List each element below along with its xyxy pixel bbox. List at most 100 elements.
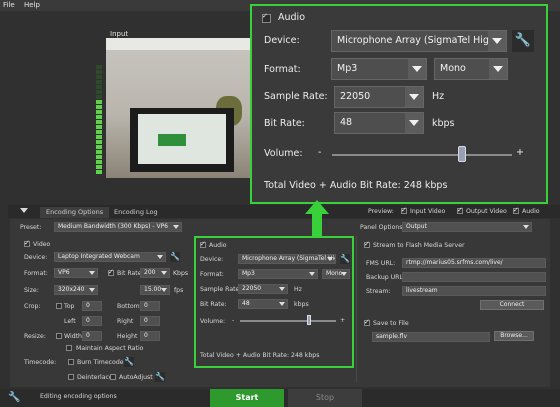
audio-sample-rate-select-zoomed[interactable]: 22050 <box>334 86 424 108</box>
audio-bitrate-value-zoomed: 48 <box>340 117 353 128</box>
video-format-select[interactable]: VP6 <box>54 268 98 278</box>
crop-bottom-label: Bottom <box>117 303 140 310</box>
resize-width-input[interactable]: 0 <box>82 331 102 341</box>
audio-volume-track-small[interactable] <box>240 320 336 322</box>
tab-encoding-options[interactable]: Encoding Options <box>40 207 110 218</box>
maintain-aspect-checkbox[interactable] <box>66 345 72 351</box>
audio-volume-thumb-small[interactable] <box>307 315 312 325</box>
deinterlace-label: Deinterlace <box>77 374 113 381</box>
connect-button[interactable]: Connect <box>480 300 544 310</box>
timecode-label: Timecode: <box>24 359 57 366</box>
audio-channel-select[interactable]: Mono <box>322 269 350 279</box>
menu-help[interactable]: Help <box>24 1 40 9</box>
preset-select[interactable]: Medium Bandwidth (300 Kbps) - VP6 <box>54 222 182 232</box>
video-format-label: Format: <box>24 270 48 277</box>
audio-format-value-zoomed: Mp3 <box>337 63 358 74</box>
audio-device-label-zoomed: Device: <box>264 35 300 46</box>
audio-volume-track-zoomed[interactable] <box>332 154 512 156</box>
audio-preview-label: Audio <box>522 208 540 215</box>
fms-url-input[interactable]: rtmp://marius05.srfms.com/live/ <box>402 258 546 268</box>
autoadjust-settings-icon[interactable]: 🔧 <box>155 372 165 382</box>
panel-options-select[interactable]: Output <box>402 222 532 232</box>
stream-fms-checkbox[interactable] <box>364 240 370 248</box>
audio-total-bitrate: Total Video + Audio Bit Rate: 248 kbps <box>200 352 320 359</box>
audio-volume-plus: + <box>340 317 346 324</box>
tab-encoding-log[interactable]: Encoding Log <box>108 207 164 218</box>
audio-device-select-zoomed[interactable]: Microphone Array (SigmaTel Hig <box>331 30 507 52</box>
audio-volume-plus-zoomed: + <box>516 147 524 158</box>
output-video-checkbox[interactable] <box>457 206 463 214</box>
audio-sample-rate-select[interactable]: 22050 <box>238 284 288 294</box>
deinterlace-checkbox[interactable] <box>68 374 74 380</box>
video-device-label: Device: <box>24 254 48 261</box>
crop-left-input[interactable]: 0 <box>82 316 102 326</box>
audio-checkbox[interactable] <box>200 240 206 248</box>
timecode-settings-icon[interactable]: 🔧 <box>124 357 134 367</box>
audio-format-select[interactable]: Mp3 <box>238 269 318 279</box>
video-fps-select[interactable]: 15.00 <box>140 285 170 295</box>
collapse-chevron-icon[interactable] <box>20 208 28 213</box>
resize-width-label: Width <box>64 333 82 340</box>
output-file-input[interactable]: sample.flv <box>372 332 490 342</box>
audio-format-select-zoomed[interactable]: Mp3 <box>331 58 427 80</box>
video-fps-unit: fps <box>174 287 184 294</box>
crop-top-checkbox[interactable] <box>56 303 62 309</box>
video-device-select[interactable]: Laptop Integrated Webcam <box>54 252 166 262</box>
burn-timecode-checkbox[interactable] <box>68 359 74 365</box>
audio-label-zoomed: Audio <box>278 12 306 23</box>
menu-file[interactable]: File <box>3 1 15 9</box>
preset-label: Preset: <box>20 224 42 231</box>
audio-format-label-zoomed: Format: <box>264 64 301 75</box>
wrench-status-icon: 🔧 <box>8 392 21 403</box>
start-button[interactable]: Start <box>210 389 284 407</box>
save-to-file-checkbox[interactable] <box>364 318 370 326</box>
autoadjust-checkbox[interactable] <box>110 374 116 380</box>
crop-top-input[interactable]: 0 <box>82 301 102 311</box>
resize-width-checkbox[interactable] <box>56 333 62 339</box>
stream-name-label: Stream: <box>366 288 391 295</box>
autoadjust-label: AutoAdjust <box>119 374 153 381</box>
resize-height-input[interactable]: 0 <box>140 331 160 341</box>
audio-sample-rate-unit-zoomed: Hz <box>432 91 445 102</box>
browse-button[interactable]: Browse... <box>494 331 534 341</box>
audio-preview-checkbox[interactable] <box>513 206 519 214</box>
audio-bitrate-unit-zoomed: kbps <box>432 118 455 129</box>
audio-bitrate-unit: kbps <box>294 301 309 308</box>
audio-volume-minus-zoomed: - <box>318 147 322 158</box>
stream-name-input[interactable]: livestream <box>402 286 546 296</box>
backup-url-input[interactable] <box>402 272 546 282</box>
audio-volume-label-zoomed: Volume: <box>264 148 303 159</box>
video-device-settings-icon[interactable]: 🔧 <box>170 252 180 262</box>
audio-bitrate-select[interactable]: 48 <box>238 299 288 309</box>
input-video-checkbox[interactable] <box>401 206 407 214</box>
audio-bitrate-label-zoomed: Bit Rate: <box>264 118 305 129</box>
audio-bitrate-select-zoomed[interactable]: 48 <box>334 112 424 134</box>
stop-button[interactable]: Stop <box>288 389 362 407</box>
status-text: Editing encoding options <box>40 393 117 400</box>
crop-bottom-input[interactable]: 0 <box>140 301 160 311</box>
audio-format-label: Format: <box>200 271 224 278</box>
audio-sample-rate-unit: Hz <box>294 286 302 293</box>
video-size-label: Size: <box>24 287 39 294</box>
audio-device-settings-icon[interactable]: 🔧 <box>340 254 350 264</box>
audio-device-settings-icon-zoomed[interactable]: 🔧 <box>512 30 534 52</box>
audio-sample-rate-label: Sample Rate: <box>200 286 242 293</box>
backup-url-label: Backup URL: <box>366 274 406 281</box>
audio-device-label: Device: <box>200 256 224 263</box>
video-size-select[interactable]: 320x240 <box>54 285 98 295</box>
audio-sample-rate-value-zoomed: 22050 <box>340 91 371 102</box>
audio-volume-thumb-zoomed[interactable] <box>457 146 466 162</box>
crop-right-input[interactable]: 0 <box>140 316 160 326</box>
audio-level-meter <box>96 62 102 174</box>
video-checkbox[interactable] <box>24 239 30 247</box>
video-bitrate-checkbox[interactable] <box>108 268 114 276</box>
audio-device-select[interactable]: Microphone Array (SigmaTel Hig <box>238 254 336 264</box>
stream-fms-label: Stream to Flash Media Server <box>373 242 465 249</box>
video-bitrate-select[interactable]: 200 <box>140 268 170 278</box>
panel-options-label: Panel Options: <box>360 224 405 231</box>
audio-checkbox-zoomed[interactable] <box>262 12 271 23</box>
audio-channel-select-zoomed[interactable]: Mono <box>434 58 508 80</box>
crop-right-label: Right <box>117 318 134 325</box>
resize-label: Resize: <box>24 333 46 340</box>
video-label: Video <box>33 241 51 248</box>
